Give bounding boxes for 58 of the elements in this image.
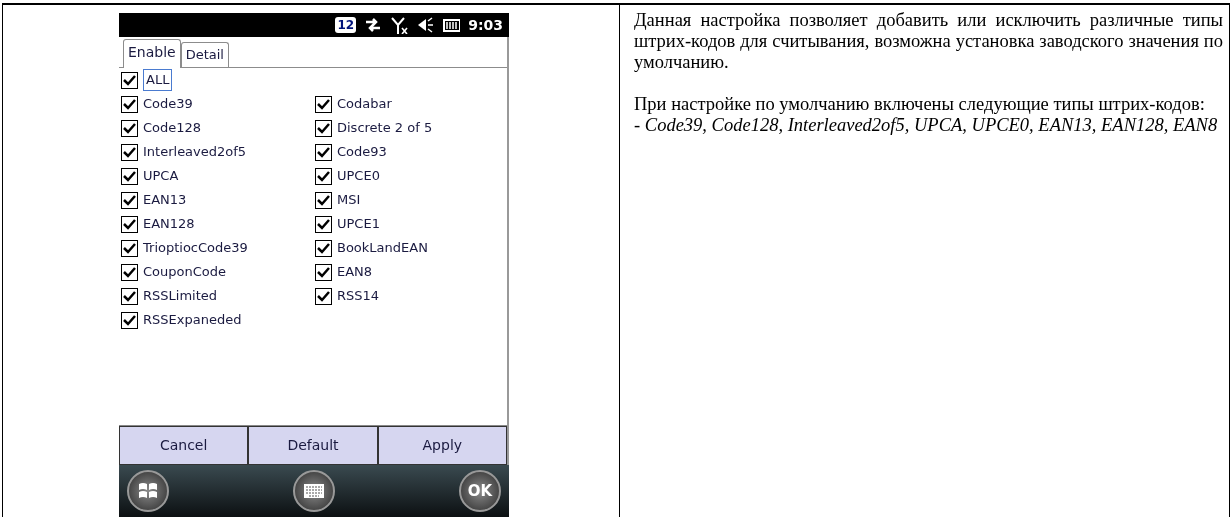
- checkbox-label: Code93: [337, 143, 387, 162]
- start-button[interactable]: [127, 470, 169, 512]
- tab[interactable]: Detail: [180, 42, 229, 67]
- checkbox[interactable]: [315, 191, 332, 209]
- checkbox[interactable]: [315, 287, 332, 305]
- battery-icon: [442, 16, 461, 34]
- checkbox[interactable]: [121, 95, 138, 113]
- checkbox-label: ALL: [143, 69, 173, 91]
- checkbox[interactable]: [121, 311, 138, 329]
- checkbox-label: RSS14: [337, 287, 380, 306]
- checkbox[interactable]: [315, 215, 332, 233]
- checkbox-label: EAN128: [143, 215, 195, 234]
- checkbox[interactable]: [121, 71, 138, 89]
- checkbox-label: TrioptiocCode39: [143, 239, 248, 258]
- checkbox[interactable]: [315, 167, 332, 185]
- checkbox-label: Code39: [143, 95, 193, 114]
- checkbox-label: EAN13: [143, 191, 187, 210]
- checkbox[interactable]: [121, 287, 138, 305]
- checkbox-label: UPCE1: [337, 215, 380, 234]
- checkbox[interactable]: [121, 143, 138, 161]
- speaker-icon: [416, 16, 435, 34]
- status-time: 9:03: [468, 15, 503, 35]
- notification-count-badge: 12: [335, 17, 357, 33]
- checkbox[interactable]: [121, 167, 138, 185]
- ok-button[interactable]: OK: [459, 470, 501, 512]
- checkbox-label: Interleaved2of5: [143, 143, 247, 162]
- checkbox-label: UPCE0: [337, 167, 380, 186]
- checkbox-label: Code128: [143, 119, 202, 138]
- checkbox[interactable]: [315, 239, 332, 257]
- checkbox[interactable]: [315, 95, 332, 113]
- checkbox-label: CouponCode: [143, 263, 226, 282]
- dialog-button[interactable]: Apply: [377, 426, 507, 465]
- checkbox[interactable]: [121, 215, 138, 233]
- keyboard-button[interactable]: [293, 470, 335, 512]
- checkbox-label: MSI: [337, 191, 361, 210]
- checkbox-label: Discrete 2 of 5: [337, 119, 433, 138]
- checkbox[interactable]: [121, 239, 138, 257]
- checkbox-label: EAN8: [337, 263, 373, 282]
- keyboard-icon: [303, 483, 325, 499]
- checkbox[interactable]: [315, 263, 332, 281]
- dialog-button[interactable]: Default: [248, 426, 378, 465]
- tab[interactable]: Enable: [123, 39, 181, 68]
- checkbox-label: BookLandEAN: [337, 239, 428, 258]
- checkbox-label: UPCA: [143, 167, 179, 186]
- signal-off-icon: [390, 16, 409, 34]
- checkbox[interactable]: [315, 119, 332, 137]
- checkbox[interactable]: [121, 191, 138, 209]
- checkbox[interactable]: [121, 119, 138, 137]
- dialog-button[interactable]: Cancel: [119, 426, 249, 465]
- description-paragraph: При настройке по умолчанию включены следующие типы штрих-кодов:: [634, 94, 1206, 115]
- checkbox[interactable]: [121, 263, 138, 281]
- checkbox-label: Codabar: [337, 95, 392, 114]
- sync-arrows-icon: [364, 16, 383, 34]
- checkbox-label: RSSLimited: [143, 287, 217, 306]
- default-barcode-list: - Code39, Code128, Interleaved2of5, UPCA, UPCE0, EAN13, EAN128, EAN8: [634, 115, 1223, 136]
- checkbox-label: RSSExpaneded: [143, 311, 242, 330]
- description-paragraph: Данная настройка позволяет добавить или исключить различные типы штрих-кодов для считывания, возможна установка заводского значения по умолчанию.: [634, 10, 1223, 73]
- checkbox[interactable]: [315, 143, 332, 161]
